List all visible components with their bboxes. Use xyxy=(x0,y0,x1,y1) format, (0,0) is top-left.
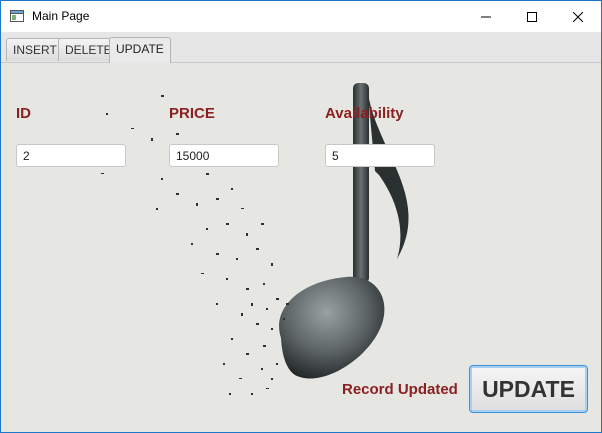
window-title: Main Page xyxy=(32,9,90,23)
update-button[interactable]: UPDATE xyxy=(469,365,588,413)
availability-input[interactable] xyxy=(325,144,435,167)
app-icon xyxy=(10,10,24,22)
price-input[interactable] xyxy=(169,144,279,167)
title-bar: Main Page xyxy=(1,1,601,32)
close-icon xyxy=(573,11,583,22)
update-panel: ID PRICE Availability Record Updated UPD… xyxy=(1,63,601,432)
tab-update[interactable]: UPDATE xyxy=(109,37,171,63)
maximize-button[interactable] xyxy=(509,1,555,32)
minimize-button[interactable] xyxy=(463,1,509,32)
id-input[interactable] xyxy=(16,144,126,167)
price-label: PRICE xyxy=(169,105,215,122)
tab-bar: INSERT DELETE UPDATE xyxy=(1,32,601,63)
app-window: Main Page INSERT DELETE UPDATE ID 2 PRIC… xyxy=(0,0,602,433)
id-label: ID xyxy=(16,105,31,122)
tab-insert[interactable]: INSERT xyxy=(6,38,64,61)
maximize-icon xyxy=(527,11,537,22)
status-message: Record Updated xyxy=(342,381,458,398)
close-button[interactable] xyxy=(555,1,601,32)
minimize-icon xyxy=(481,16,491,17)
availability-label: Availability xyxy=(325,105,404,122)
